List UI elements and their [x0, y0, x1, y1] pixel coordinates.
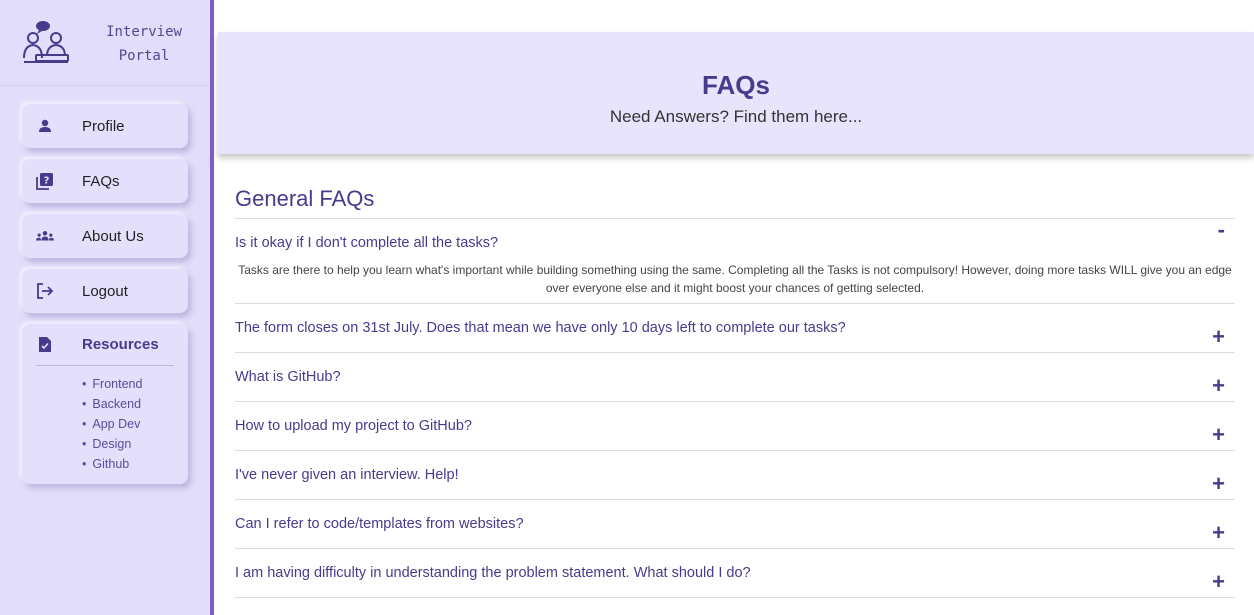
section-title: General FAQs [235, 186, 375, 211]
resources-header[interactable]: Resources [22, 324, 188, 364]
faq-question[interactable]: How to upload my project to GitHub? [235, 402, 1235, 450]
resource-link-backend[interactable]: Backend [82, 394, 142, 414]
faq-section: General FAQs Is it okay if I don't compl… [235, 184, 1235, 598]
svg-text:?: ? [44, 176, 50, 187]
expand-toggle[interactable]: + [1212, 569, 1225, 595]
resource-link-design[interactable]: Design [82, 434, 142, 454]
faq-question[interactable]: I am having difficulty in understanding … [235, 549, 1235, 597]
expand-toggle[interactable]: + [1212, 520, 1225, 546]
brand-title-line1: Interview [106, 24, 182, 40]
faq-item: I've never given an interview. Help! + [235, 450, 1235, 499]
sidebar: Interview Portal Profile ? FAQs About Us… [0, 0, 214, 615]
hero-banner: FAQs Need Answers? Find them here... [218, 32, 1254, 154]
brand-title-line2: Portal [118, 48, 170, 64]
faq-question[interactable]: The form closes on 31st July. Does that … [235, 304, 1235, 352]
document-check-icon [36, 335, 54, 353]
nav-about-label: About Us [82, 227, 144, 245]
faq-item: Can I refer to code/templates from websi… [235, 499, 1235, 548]
nav-faqs-label: FAQs [82, 172, 120, 190]
faq-item: The form closes on 31st July. Does that … [235, 303, 1235, 352]
nav-profile-label: Profile [82, 117, 125, 135]
faq-question[interactable]: Is it okay if I don't complete all the t… [235, 219, 1235, 251]
person-icon [36, 117, 54, 135]
nav-logout-label: Logout [82, 282, 128, 300]
faq-item: Is it okay if I don't complete all the t… [235, 217, 1235, 303]
resource-link-frontend[interactable]: Frontend [82, 374, 142, 394]
nav-logout-button[interactable]: Logout [22, 269, 188, 313]
expand-toggle[interactable]: + [1212, 373, 1225, 399]
faq-question[interactable]: Can I refer to code/templates from websi… [235, 500, 1235, 548]
faq-item: I am having difficulty in understanding … [235, 548, 1235, 598]
resources-label: Resources [82, 335, 159, 353]
resources-list: Frontend Backend App Dev Design Github [82, 374, 142, 474]
resources-divider [36, 365, 174, 366]
interview-people-icon [23, 21, 69, 63]
question-book-icon: ? [36, 172, 54, 190]
faq-question[interactable]: What is GitHub? [235, 353, 1235, 401]
nav-about-button[interactable]: About Us [22, 214, 188, 258]
resource-link-github[interactable]: Github [82, 454, 142, 474]
nav-profile-button[interactable]: Profile [22, 104, 188, 148]
faq-item: How to upload my project to GitHub? + [235, 401, 1235, 450]
users-icon [36, 227, 54, 245]
expand-toggle[interactable]: + [1212, 471, 1225, 497]
brand: Interview Portal [0, 0, 210, 86]
brand-title: Interview Portal [84, 20, 204, 68]
resources-panel: Resources Frontend Backend App Dev Desig… [22, 324, 188, 484]
nav-faqs-button[interactable]: ? FAQs [22, 159, 188, 203]
faq-answer: Tasks are there to help you learn what's… [238, 263, 1232, 295]
faq-question[interactable]: I've never given an interview. Help! [235, 451, 1235, 499]
expand-toggle[interactable]: + [1212, 324, 1225, 350]
page-title: FAQs [702, 70, 770, 100]
expand-toggle[interactable]: + [1212, 422, 1225, 448]
resource-link-app-dev[interactable]: App Dev [82, 414, 142, 434]
page-subtitle: Need Answers? Find them here... [609, 107, 863, 126]
collapse-toggle[interactable]: - [1218, 217, 1225, 243]
logout-icon [36, 282, 54, 300]
faq-item: What is GitHub? + [235, 352, 1235, 401]
